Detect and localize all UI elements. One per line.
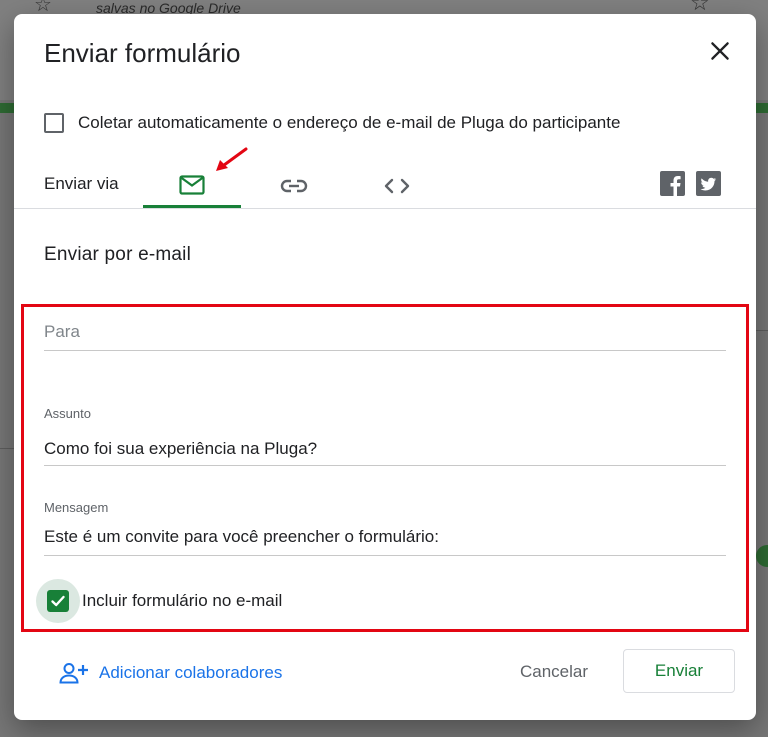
add-person-icon [59, 663, 88, 684]
collect-email-label: Coletar automaticamente o endereço de e-… [78, 113, 621, 132]
close-button[interactable] [707, 38, 733, 64]
background-divider [0, 448, 14, 449]
dialog-title: Enviar formulário [44, 38, 241, 68]
background-divider [756, 330, 768, 331]
to-placeholder: Para [44, 322, 80, 341]
include-form-option[interactable]: Incluir formulário no e-mail [36, 579, 282, 623]
send-via-label: Enviar via [44, 174, 119, 193]
checkbox-checked-icon [47, 590, 69, 612]
message-label: Mensagem [44, 500, 109, 515]
send-form-dialog: Enviar formulário Coletar automaticament… [14, 14, 756, 720]
to-field-underline [44, 350, 726, 351]
cancel-button[interactable]: Cancelar [504, 650, 604, 694]
message-value: Este é um convite para você preencher o … [44, 527, 439, 546]
to-field[interactable]: Para [44, 322, 726, 352]
collect-email-checkbox[interactable] [44, 113, 64, 133]
facebook-icon [670, 176, 681, 196]
subject-label: Assunto [44, 406, 91, 421]
send-button[interactable]: Enviar [623, 649, 735, 693]
add-collaborators-button[interactable]: Adicionar colaboradores [59, 662, 282, 684]
code-icon [384, 178, 410, 194]
twitter-icon [700, 177, 717, 191]
facebook-share-button[interactable] [660, 171, 685, 196]
subject-value: Como foi sua experiência na Pluga? [44, 439, 318, 458]
close-icon [711, 42, 729, 60]
include-form-label: Incluir formulário no e-mail [82, 591, 283, 610]
subject-field[interactable]: Assunto Como foi sua experiência na Plug… [44, 406, 726, 466]
tab-link[interactable] [264, 164, 324, 208]
section-title: Enviar por e-mail [44, 244, 192, 265]
link-icon [280, 179, 308, 193]
check-icon [51, 595, 65, 607]
twitter-share-button[interactable] [696, 171, 721, 196]
message-field[interactable]: Mensagem Este é um convite para você pre… [44, 500, 726, 556]
collect-email-option[interactable]: Coletar automaticamente o endereço de e-… [44, 113, 620, 133]
add-collaborators-label: Adicionar colaboradores [99, 663, 283, 682]
message-underline [44, 555, 726, 556]
red-arrow-annotation [216, 147, 248, 171]
background-toggle [756, 545, 768, 567]
tab-embed[interactable] [367, 164, 427, 208]
include-form-checkbox[interactable] [36, 579, 80, 623]
tabs-divider [14, 208, 756, 209]
subject-underline [44, 465, 726, 466]
mail-icon [179, 174, 205, 195]
